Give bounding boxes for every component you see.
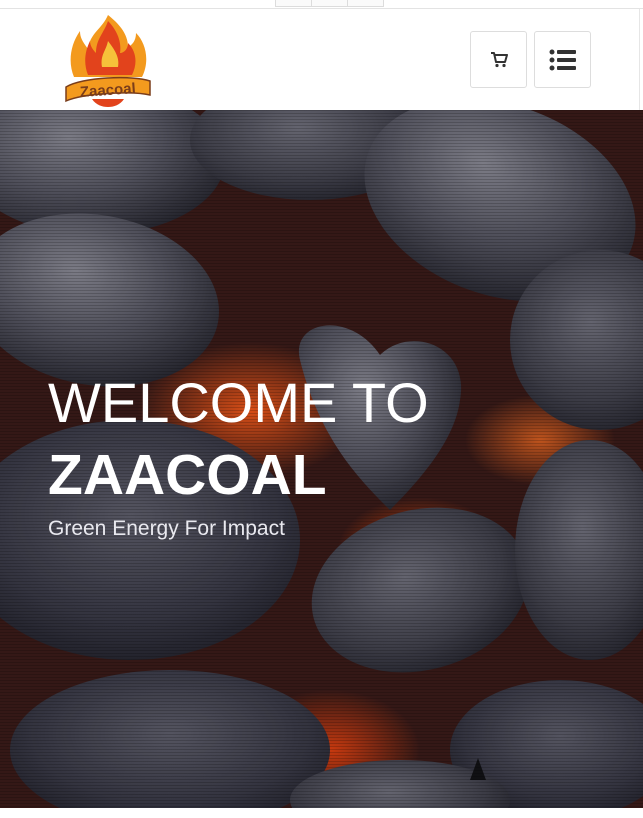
top-tab[interactable]: [347, 0, 384, 7]
top-tabs: [275, 0, 384, 7]
site-header: Zaacoal: [0, 9, 643, 110]
site-logo[interactable]: Zaacoal: [62, 11, 154, 109]
top-bar: [0, 0, 643, 9]
hero-welcome-heading: WELCOME TO: [48, 371, 429, 434]
cart-button[interactable]: [470, 31, 527, 88]
top-tab[interactable]: [311, 0, 348, 7]
hero-tagline: Green Energy For Impact: [48, 517, 285, 540]
bottom-strip: [0, 808, 643, 818]
cart-icon: [490, 51, 508, 67]
top-tab[interactable]: [275, 0, 312, 7]
menu-button[interactable]: [534, 31, 591, 88]
hero-banner: WELCOME TO ZAACOAL Green Energy For Impa…: [0, 110, 643, 808]
hero-brand-heading: ZAACOAL: [48, 443, 327, 507]
svg-text:Zaacoal: Zaacoal: [79, 80, 136, 101]
list-menu-icon: [549, 49, 576, 70]
flame-logo-icon: Zaacoal: [65, 15, 151, 107]
header-border: [639, 9, 640, 110]
